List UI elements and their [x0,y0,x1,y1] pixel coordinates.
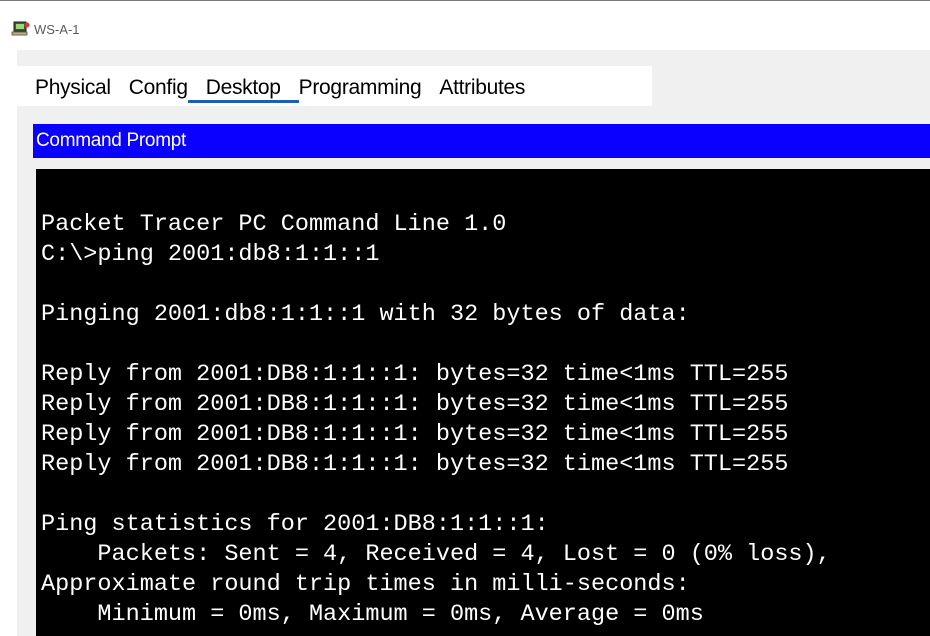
window-title: WS-A-1 [34,22,80,37]
tab-attributes[interactable]: Attributes [439,66,525,106]
tab-strip: Physical Config Desktop Programming Attr… [17,66,652,106]
terminal-line: Minimum = 0ms, Maximum = 0ms, Average = … [41,601,704,628]
window-title-bar: WS-A-1 [0,0,930,50]
terminal-line: Ping statistics for 2001:DB8:1:1::1: [41,511,549,538]
desktop-panel: Command Prompt Packet Tracer PC Command … [17,106,930,636]
terminal-line: Reply from 2001:DB8:1:1::1: bytes=32 tim… [41,361,789,388]
terminal-line: Pinging 2001:db8:1:1::1 with 32 bytes of… [41,301,690,328]
terminal-line: Reply from 2001:DB8:1:1::1: bytes=32 tim… [41,451,789,478]
terminal-line: Reply from 2001:DB8:1:1::1: bytes=32 tim… [41,391,789,418]
packet-tracer-pc-icon [11,21,30,36]
terminal-line: C:\>ping 2001:db8:1:1::1 [41,241,380,268]
tab-desktop[interactable]: Desktop [187,66,299,106]
tab-bar: Physical Config Desktop Programming Attr… [17,50,930,106]
terminal-output[interactable]: Packet Tracer PC Command Line 1.0 C:\>pi… [36,169,930,636]
terminal-line: Reply from 2001:DB8:1:1::1: bytes=32 tim… [41,421,789,448]
command-prompt-title: Command Prompt [33,124,930,158]
tab-programming[interactable]: Programming [299,66,422,106]
tab-physical[interactable]: Physical [35,66,111,106]
terminal-line: Packets: Sent = 4, Received = 4, Lost = … [41,541,831,568]
tab-config[interactable]: Config [129,66,188,106]
terminal-line: Packet Tracer PC Command Line 1.0 [41,211,507,238]
terminal-line: Approximate round trip times in milli-se… [41,571,690,598]
